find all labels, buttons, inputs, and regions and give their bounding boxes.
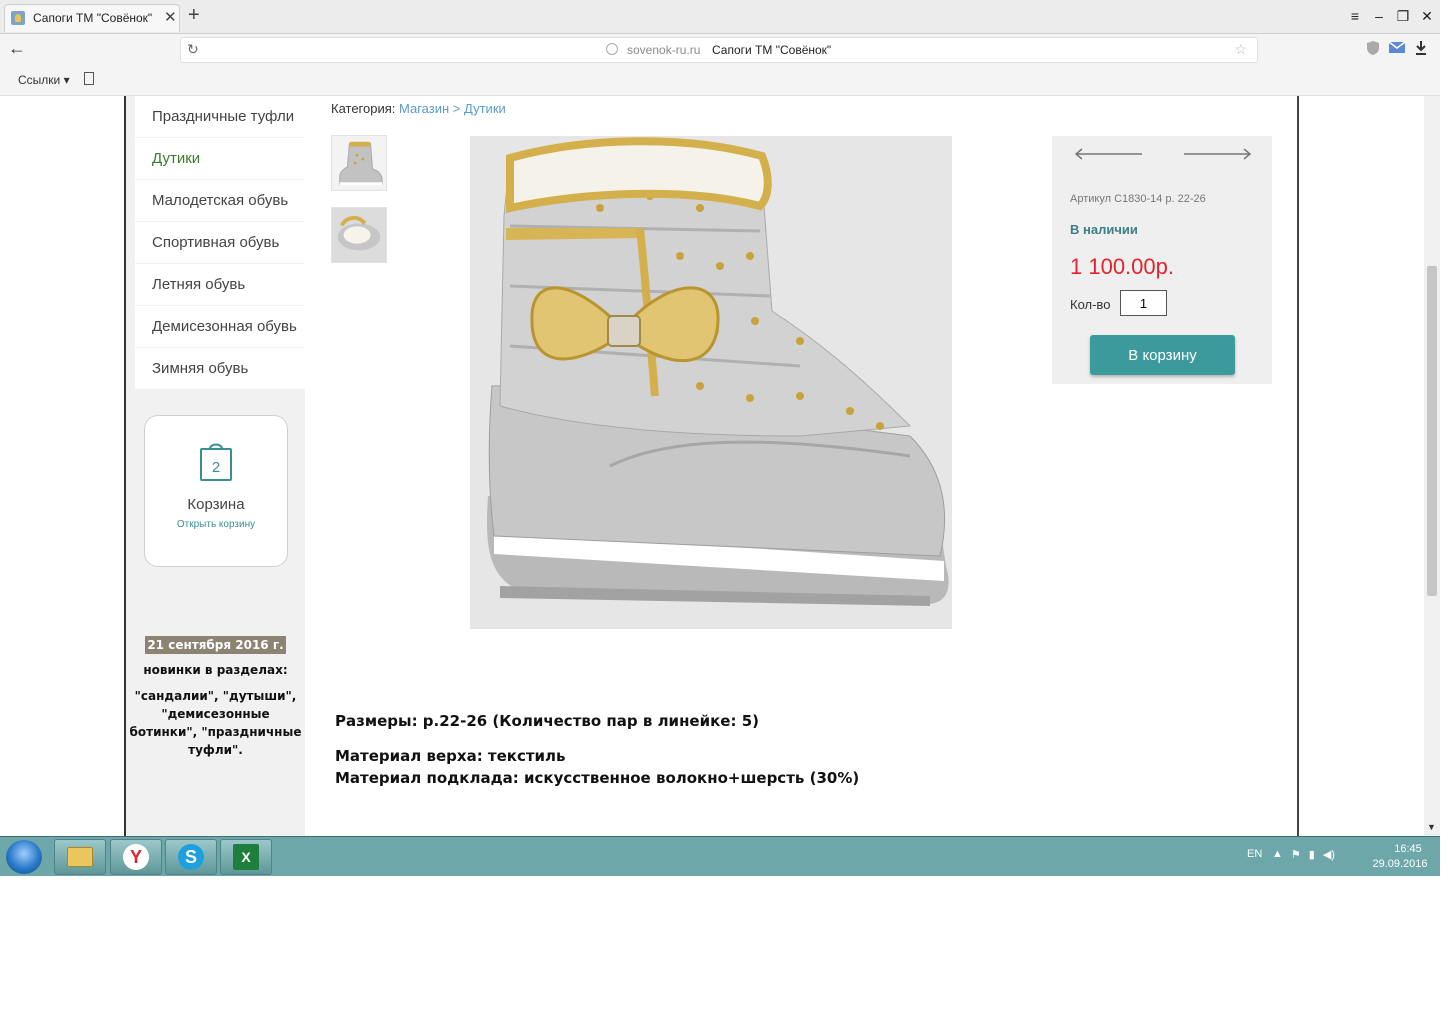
taskbar-excel-button[interactable]: X <box>220 839 272 875</box>
browser-tabbar: Сапоги ТМ "Совёнок" ✕ + ≡ – ❐ ✕ <box>0 0 1440 34</box>
product-sizes: Размеры: р.22-26 (Количество пар в линей… <box>335 712 759 730</box>
scroll-down-arrow-icon[interactable]: ▼ <box>1427 822 1436 832</box>
breadcrumb-category-link[interactable]: Дутики <box>464 101 506 116</box>
page-right-border <box>1297 96 1299 836</box>
breadcrumb-shop-link[interactable]: Магазин <box>399 101 449 116</box>
tab-close-icon[interactable]: ✕ <box>164 8 177 26</box>
open-cart-link[interactable]: Открыть корзину <box>145 519 287 530</box>
breadcrumb-label: Категория: <box>331 101 396 116</box>
news-block: 21 сентября 2016 г. новинки в разделах: … <box>126 636 305 759</box>
tray-expand-icon[interactable]: ▲ <box>1272 848 1283 861</box>
buy-panel: Артикул С1830-14 р. 22-26 В наличии 1 10… <box>1052 136 1272 384</box>
product-thumbnail[interactable] <box>331 135 387 191</box>
excel-icon: X <box>233 844 259 870</box>
menu-item-dutiki[interactable]: Дутики <box>135 138 305 179</box>
taskbar-yandex-button[interactable]: Y <box>110 839 162 875</box>
start-button[interactable] <box>6 840 42 874</box>
scrollbar-thumb[interactable] <box>1427 266 1437 596</box>
url-field[interactable]: ↻ sovenok-ru.ru Сапоги ТМ "Совёнок" ☆ <box>180 37 1258 63</box>
language-indicator[interactable]: EN <box>1247 848 1262 860</box>
menu-item-sport-shoes[interactable]: Спортивная обувь <box>135 222 305 263</box>
new-tab-button[interactable]: + <box>188 5 200 25</box>
action-center-flag-icon[interactable]: ⚑ <box>1291 848 1301 861</box>
page-icon[interactable] <box>84 72 94 85</box>
globe-icon <box>606 43 618 55</box>
shield-icon[interactable] <box>1366 40 1380 56</box>
news-date: 21 сентября 2016 г. <box>145 636 286 654</box>
menu-item-holiday-shoes[interactable]: Праздничные туфли <box>135 96 305 137</box>
back-button[interactable]: ← <box>8 38 26 59</box>
breadcrumb-separator: > <box>452 101 461 116</box>
minimize-icon[interactable]: – <box>1372 8 1386 24</box>
material-lining: Материал подклада: искусственное волокно… <box>335 769 860 787</box>
material-top: Материал верха: текстиль <box>335 747 566 765</box>
restore-icon[interactable]: ❐ <box>1396 8 1410 24</box>
shopping-bag-icon: 2 <box>200 443 232 481</box>
product-description: Размеры: р.22-26 (Количество пар в линей… <box>335 710 859 789</box>
product-main-image[interactable] <box>470 136 952 629</box>
taskbar-skype-button[interactable]: S <box>165 839 217 875</box>
add-to-cart-button[interactable]: В корзину <box>1090 335 1235 375</box>
news-text: "сандалии", "дутыши", "демисезонные боти… <box>129 689 302 757</box>
close-window-icon[interactable]: ✕ <box>1420 8 1434 24</box>
menu-item-toddler-shoes[interactable]: Малодетская обувь <box>135 180 305 221</box>
tray-icons: ▲ ⚑ ▮ ◀) <box>1272 848 1335 861</box>
cart-label: Корзина <box>187 496 245 513</box>
cart-widget[interactable]: 2 Корзина Открыть корзину <box>144 415 288 567</box>
page-viewport: Праздничные туфли Дутики Малодетская обу… <box>0 96 1440 836</box>
windows-taskbar: Y S X EN ▲ ⚑ ▮ ◀) 16:45 29.09.2016 <box>0 836 1440 876</box>
clock-date[interactable]: 29.09.2016 <box>1364 858 1436 870</box>
site-favicon-icon <box>11 11 25 25</box>
menu-item-demiseason-shoes[interactable]: Демисезонная обувь <box>135 306 305 347</box>
url-page-title: Сапоги ТМ "Совёнок" <box>712 43 832 57</box>
skype-icon: S <box>178 844 204 870</box>
window-controls: ≡ – ❐ ✕ <box>1348 8 1434 24</box>
next-product-arrow-icon[interactable] <box>1184 146 1252 162</box>
news-heading: новинки в разделах: <box>143 663 288 677</box>
download-icon[interactable] <box>1414 40 1428 56</box>
volume-icon[interactable]: ◀) <box>1323 848 1335 861</box>
breadcrumb: Категория: Магазин > Дутики <box>331 101 506 116</box>
bookmarks-links-menu[interactable]: Ссылки ▾ <box>18 73 70 87</box>
product-price: 1 100.00р. <box>1070 254 1174 279</box>
browser-menu-icon[interactable]: ≡ <box>1348 8 1362 24</box>
star-icon[interactable]: ☆ <box>1234 41 1247 58</box>
clock-time[interactable]: 16:45 <box>1378 843 1438 855</box>
prev-product-arrow-icon[interactable] <box>1074 146 1142 162</box>
folder-icon <box>67 847 93 867</box>
browser-tab[interactable]: Сапоги ТМ "Совёнок" ✕ <box>4 4 180 32</box>
battery-icon[interactable]: ▮ <box>1309 848 1315 861</box>
reload-icon[interactable]: ↻ <box>187 41 199 58</box>
quantity-label: Кол-во <box>1070 297 1111 312</box>
product-sku: Артикул С1830-14 р. 22-26 <box>1070 193 1206 205</box>
menu-item-summer-shoes[interactable]: Летняя обувь <box>135 264 305 305</box>
product-thumbnail[interactable] <box>331 207 387 263</box>
url-domain: sovenok-ru.ru <box>627 43 701 57</box>
yandex-icon: Y <box>123 844 149 870</box>
tab-title: Сапоги ТМ "Совёнок" <box>33 11 153 25</box>
category-menu: Праздничные туфли Дутики Малодетская обу… <box>135 96 305 390</box>
page-scrollbar[interactable]: ▼ <box>1424 96 1440 836</box>
availability-status: В наличии <box>1070 222 1138 237</box>
address-bar-row: ← ↻ sovenok-ru.ru Сапоги ТМ "Совёнок" ☆ <box>0 34 1440 66</box>
taskbar-explorer-button[interactable] <box>54 839 106 875</box>
menu-item-winter-shoes[interactable]: Зимняя обувь <box>135 348 305 389</box>
bookmarks-bar: Ссылки ▾ <box>0 66 1440 96</box>
mail-icon[interactable] <box>1388 40 1406 54</box>
extension-icons <box>1366 40 1428 56</box>
cart-count: 2 <box>212 459 220 476</box>
quantity-input[interactable] <box>1120 290 1167 316</box>
